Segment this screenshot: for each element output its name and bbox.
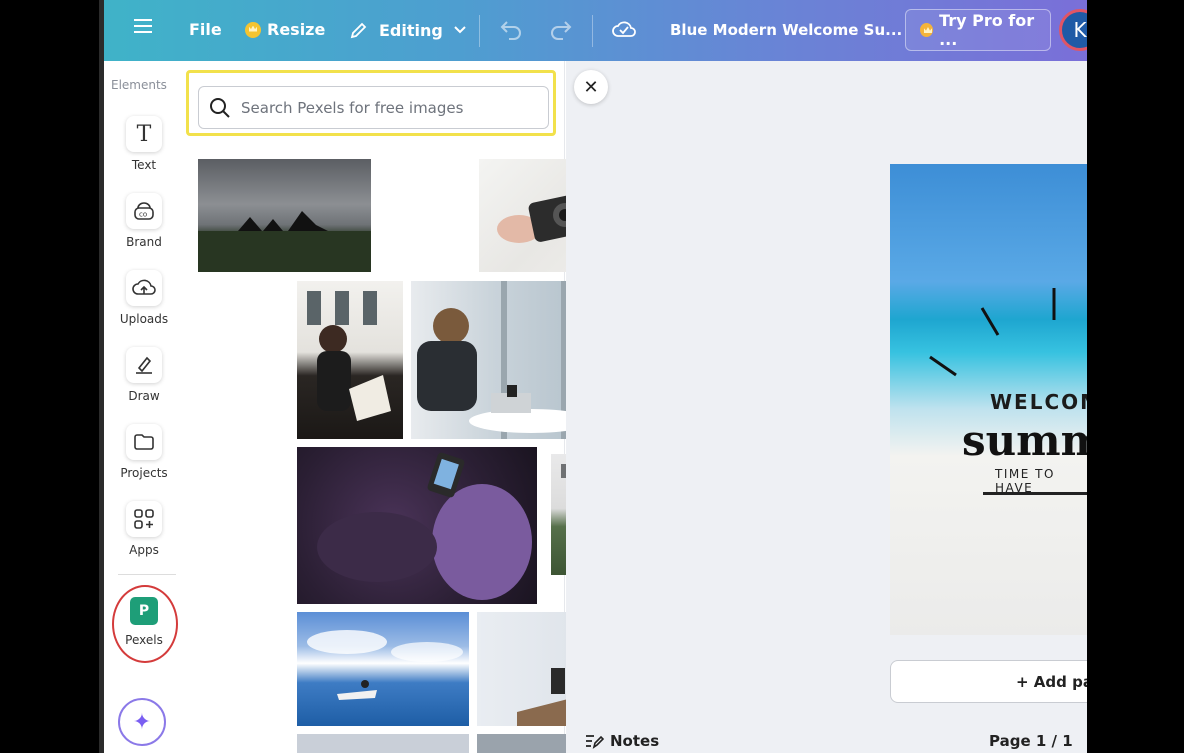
highlight-circle — [112, 585, 178, 663]
redo-icon[interactable] — [549, 18, 573, 40]
divider — [118, 574, 176, 575]
crown-icon — [245, 21, 261, 38]
divider — [479, 15, 480, 47]
rail-item-brand[interactable]: co Brand — [104, 193, 184, 249]
upload-cloud-icon — [126, 270, 162, 306]
try-pro-label: Try Pro for ... — [939, 11, 1035, 49]
undo-icon[interactable] — [499, 18, 523, 40]
draw-pen-icon — [126, 347, 162, 383]
design-page[interactable]: WELCOM summ TIME TO HAVE — [890, 164, 1087, 635]
photo-woman-phone[interactable] — [297, 447, 537, 604]
file-menu[interactable]: File — [189, 20, 222, 39]
photo-jetski-sea[interactable] — [297, 612, 469, 726]
page-indicator: Page 1 / 1 — [989, 732, 1073, 750]
search-input[interactable] — [241, 98, 541, 117]
design-underline — [983, 492, 1087, 495]
editing-label: Editing — [379, 20, 443, 40]
cloud-saved-icon[interactable] — [611, 19, 637, 39]
chevron-down-icon — [454, 26, 466, 34]
pencil-icon — [350, 22, 367, 39]
rail-item-uploads[interactable]: Uploads — [104, 270, 184, 326]
rail-item-label: Uploads — [119, 312, 169, 326]
design-heading: WELCOM — [990, 390, 1087, 414]
apps-grid-icon — [126, 501, 162, 537]
rail-item-text[interactable]: T Text — [104, 116, 184, 172]
rail-item-label: Text — [131, 158, 157, 172]
rail-item-label: Projects — [120, 466, 168, 480]
close-icon[interactable]: ✕ — [574, 70, 608, 104]
rail-item-label: Draw — [128, 389, 160, 403]
rail-item-label: Brand — [126, 235, 162, 249]
hamburger-icon[interactable] — [134, 18, 152, 34]
magic-sparkle-icon[interactable]: ✦ — [118, 698, 166, 746]
design-subtitle: TIME TO HAVE — [995, 467, 1055, 495]
try-pro-button[interactable]: Try Pro for ... — [905, 9, 1051, 51]
rail-section-title: Elements — [111, 78, 167, 92]
add-page-button[interactable]: + Add pag — [890, 660, 1087, 703]
divider — [592, 15, 593, 47]
search-icon — [210, 97, 230, 118]
window-edge — [99, 0, 104, 753]
notes-icon — [586, 735, 604, 749]
svg-text:co: co — [139, 211, 147, 219]
document-title[interactable]: Blue Modern Welcome Su... — [670, 21, 902, 39]
photo-partial[interactable] — [297, 734, 469, 753]
resize-button[interactable]: Resize — [245, 20, 325, 39]
design-title: summ — [962, 416, 1087, 465]
notes-label: Notes — [610, 732, 660, 750]
folder-icon — [126, 424, 162, 460]
rail-item-label: Apps — [129, 543, 159, 557]
search-box[interactable] — [198, 86, 549, 129]
photo-woman-reading[interactable] — [297, 281, 403, 439]
editing-mode-dropdown[interactable]: Editing — [349, 20, 467, 40]
resize-label: Resize — [267, 20, 326, 39]
brand-icon: co — [126, 193, 162, 229]
rail-item-apps[interactable]: Apps — [104, 501, 184, 557]
photo-stormy-houses[interactable] — [198, 159, 371, 272]
rail-item-draw[interactable]: Draw — [104, 347, 184, 403]
notes-button[interactable]: Notes — [584, 732, 659, 750]
crown-icon — [920, 23, 934, 37]
rail-item-projects[interactable]: Projects — [104, 424, 184, 480]
text-icon: T — [126, 116, 162, 152]
